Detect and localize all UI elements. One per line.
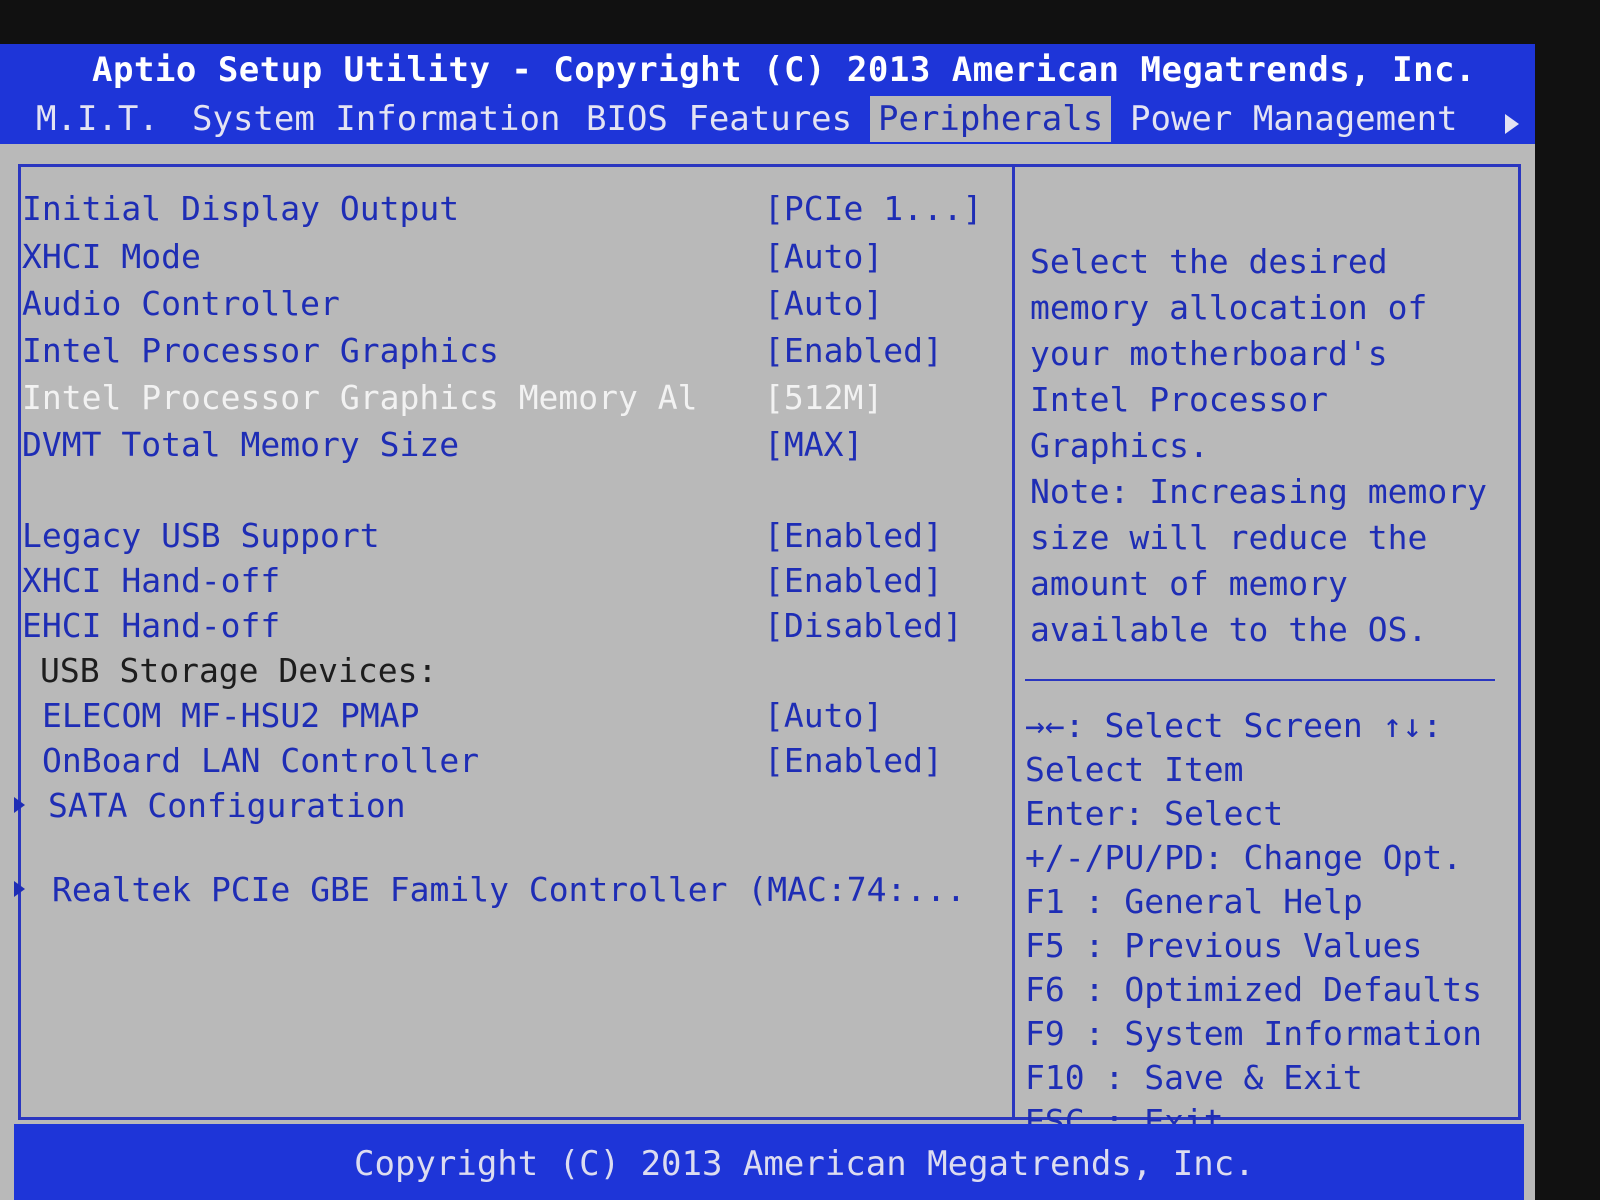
help-line: size will reduce the: [1030, 518, 1428, 557]
setting-dvmt-total-memory-size[interactable]: DVMT Total Memory Size [MAX]: [22, 425, 1002, 465]
header-bar: Aptio Setup Utility - Copyright (C) 2013…: [0, 44, 1535, 144]
help-line: Select the desired: [1030, 242, 1388, 281]
tab-bios-features[interactable]: BIOS Features: [578, 96, 860, 142]
key-hint-select-screen: →←: Select Screen ↑↓:: [1025, 706, 1443, 745]
footer-copyright: Copyright (C) 2013 American Megatrends, …: [354, 1144, 1255, 1184]
help-line: amount of memory: [1030, 564, 1348, 603]
key-hint-f1: F1 : General Help: [1025, 882, 1363, 921]
key-hint-change-opt: +/-/PU/PD: Change Opt.: [1025, 838, 1463, 877]
footer-bar: Copyright (C) 2013 American Megatrends, …: [14, 1124, 1524, 1200]
setting-value: [PCIe 1...]: [764, 189, 983, 228]
setting-label: DVMT Total Memory Size: [22, 425, 460, 464]
submenu-arrow-icon: [14, 797, 25, 813]
setting-elecom-usb-device[interactable]: ELECOM MF-HSU2 PMAP [Auto]: [22, 696, 1002, 736]
help-line: available to the OS.: [1030, 610, 1428, 649]
tab-system-information[interactable]: System Information: [184, 96, 568, 142]
section-label: USB Storage Devices:: [40, 651, 438, 690]
help-text-panel: Select the desired memory allocation of …: [1030, 239, 1510, 653]
submenu-arrow-icon: [14, 881, 25, 897]
key-hint-select-item: Select Item: [1025, 750, 1244, 789]
help-line: Graphics.: [1030, 426, 1209, 465]
help-divider: [1025, 679, 1495, 681]
setting-legacy-usb-support[interactable]: Legacy USB Support [Enabled]: [22, 516, 1002, 556]
tab-scroll-right-icon[interactable]: [1505, 114, 1519, 134]
usb-storage-devices-heading: USB Storage Devices:: [22, 651, 1002, 691]
setting-label: XHCI Mode: [22, 237, 201, 276]
setting-value: [Enabled]: [764, 516, 943, 555]
help-line: memory allocation of: [1030, 288, 1428, 327]
help-line: Note: Increasing memory: [1030, 472, 1487, 511]
setting-value: [Auto]: [764, 237, 884, 276]
help-line: your motherboard's: [1030, 334, 1388, 373]
key-hint-f6: F6 : Optimized Defaults: [1025, 970, 1482, 1009]
bios-screen: Aptio Setup Utility - Copyright (C) 2013…: [0, 44, 1535, 1200]
setting-audio-controller[interactable]: Audio Controller [Auto]: [22, 284, 1002, 324]
setting-value: [Enabled]: [764, 561, 943, 600]
setting-label: Intel Processor Graphics Memory Al: [22, 378, 698, 417]
tab-peripherals[interactable]: Peripherals: [870, 96, 1112, 142]
setting-label: Intel Processor Graphics: [22, 331, 499, 370]
setting-ehci-hand-off[interactable]: EHCI Hand-off [Disabled]: [22, 606, 1002, 646]
setting-label: Legacy USB Support: [22, 516, 380, 555]
panel-divider: [1012, 164, 1015, 1120]
setting-value: [512M]: [764, 378, 884, 417]
app-title: Aptio Setup Utility - Copyright (C) 2013…: [92, 50, 1477, 90]
setting-value: [Enabled]: [764, 741, 943, 780]
key-hint-f9: F9 : System Information: [1025, 1014, 1482, 1053]
setting-value: [Enabled]: [764, 331, 943, 370]
setting-intel-processor-graphics[interactable]: Intel Processor Graphics [Enabled]: [22, 331, 1002, 371]
setting-label: OnBoard LAN Controller: [42, 741, 480, 780]
key-hint-enter: Enter: Select: [1025, 794, 1284, 833]
submenu-sata-configuration[interactable]: SATA Configuration: [14, 786, 1002, 826]
setting-value: [Auto]: [764, 696, 884, 735]
help-line: Intel Processor: [1030, 380, 1329, 419]
setting-label: EHCI Hand-off: [22, 606, 281, 645]
key-hint-f10: F10 : Save & Exit: [1025, 1058, 1363, 1097]
setting-value: [MAX]: [764, 425, 864, 464]
setting-xhci-mode[interactable]: XHCI Mode [Auto]: [22, 237, 1002, 277]
setting-value: [Disabled]: [764, 606, 963, 645]
tab-bar: M.I.T. System Information BIOS Features …: [0, 96, 1535, 144]
submenu-label: SATA Configuration: [48, 786, 406, 825]
tab-mit[interactable]: M.I.T.: [28, 96, 167, 142]
setting-label: Audio Controller: [22, 284, 340, 323]
setting-label: ELECOM MF-HSU2 PMAP: [42, 696, 420, 735]
key-hint-f5: F5 : Previous Values: [1025, 926, 1423, 965]
setting-xhci-hand-off[interactable]: XHCI Hand-off [Enabled]: [22, 561, 1002, 601]
submenu-label: Realtek PCIe GBE Family Controller (MAC:…: [52, 870, 966, 909]
setting-label: XHCI Hand-off: [22, 561, 281, 600]
tab-power-management[interactable]: Power Management: [1122, 96, 1466, 142]
submenu-realtek-lan-controller[interactable]: Realtek PCIe GBE Family Controller (MAC:…: [14, 870, 1022, 910]
setting-initial-display-output[interactable]: Initial Display Output [PCIe 1...]: [22, 189, 1002, 229]
key-legend: →←: Select Screen ↑↓: Select Item Enter:…: [1025, 704, 1515, 1144]
setting-value: [Auto]: [764, 284, 884, 323]
setting-onboard-lan-controller[interactable]: OnBoard LAN Controller [Enabled]: [22, 741, 1002, 781]
setting-graphics-memory-allocation[interactable]: Intel Processor Graphics Memory Al [512M…: [22, 378, 1002, 418]
setting-label: Initial Display Output: [22, 189, 460, 228]
